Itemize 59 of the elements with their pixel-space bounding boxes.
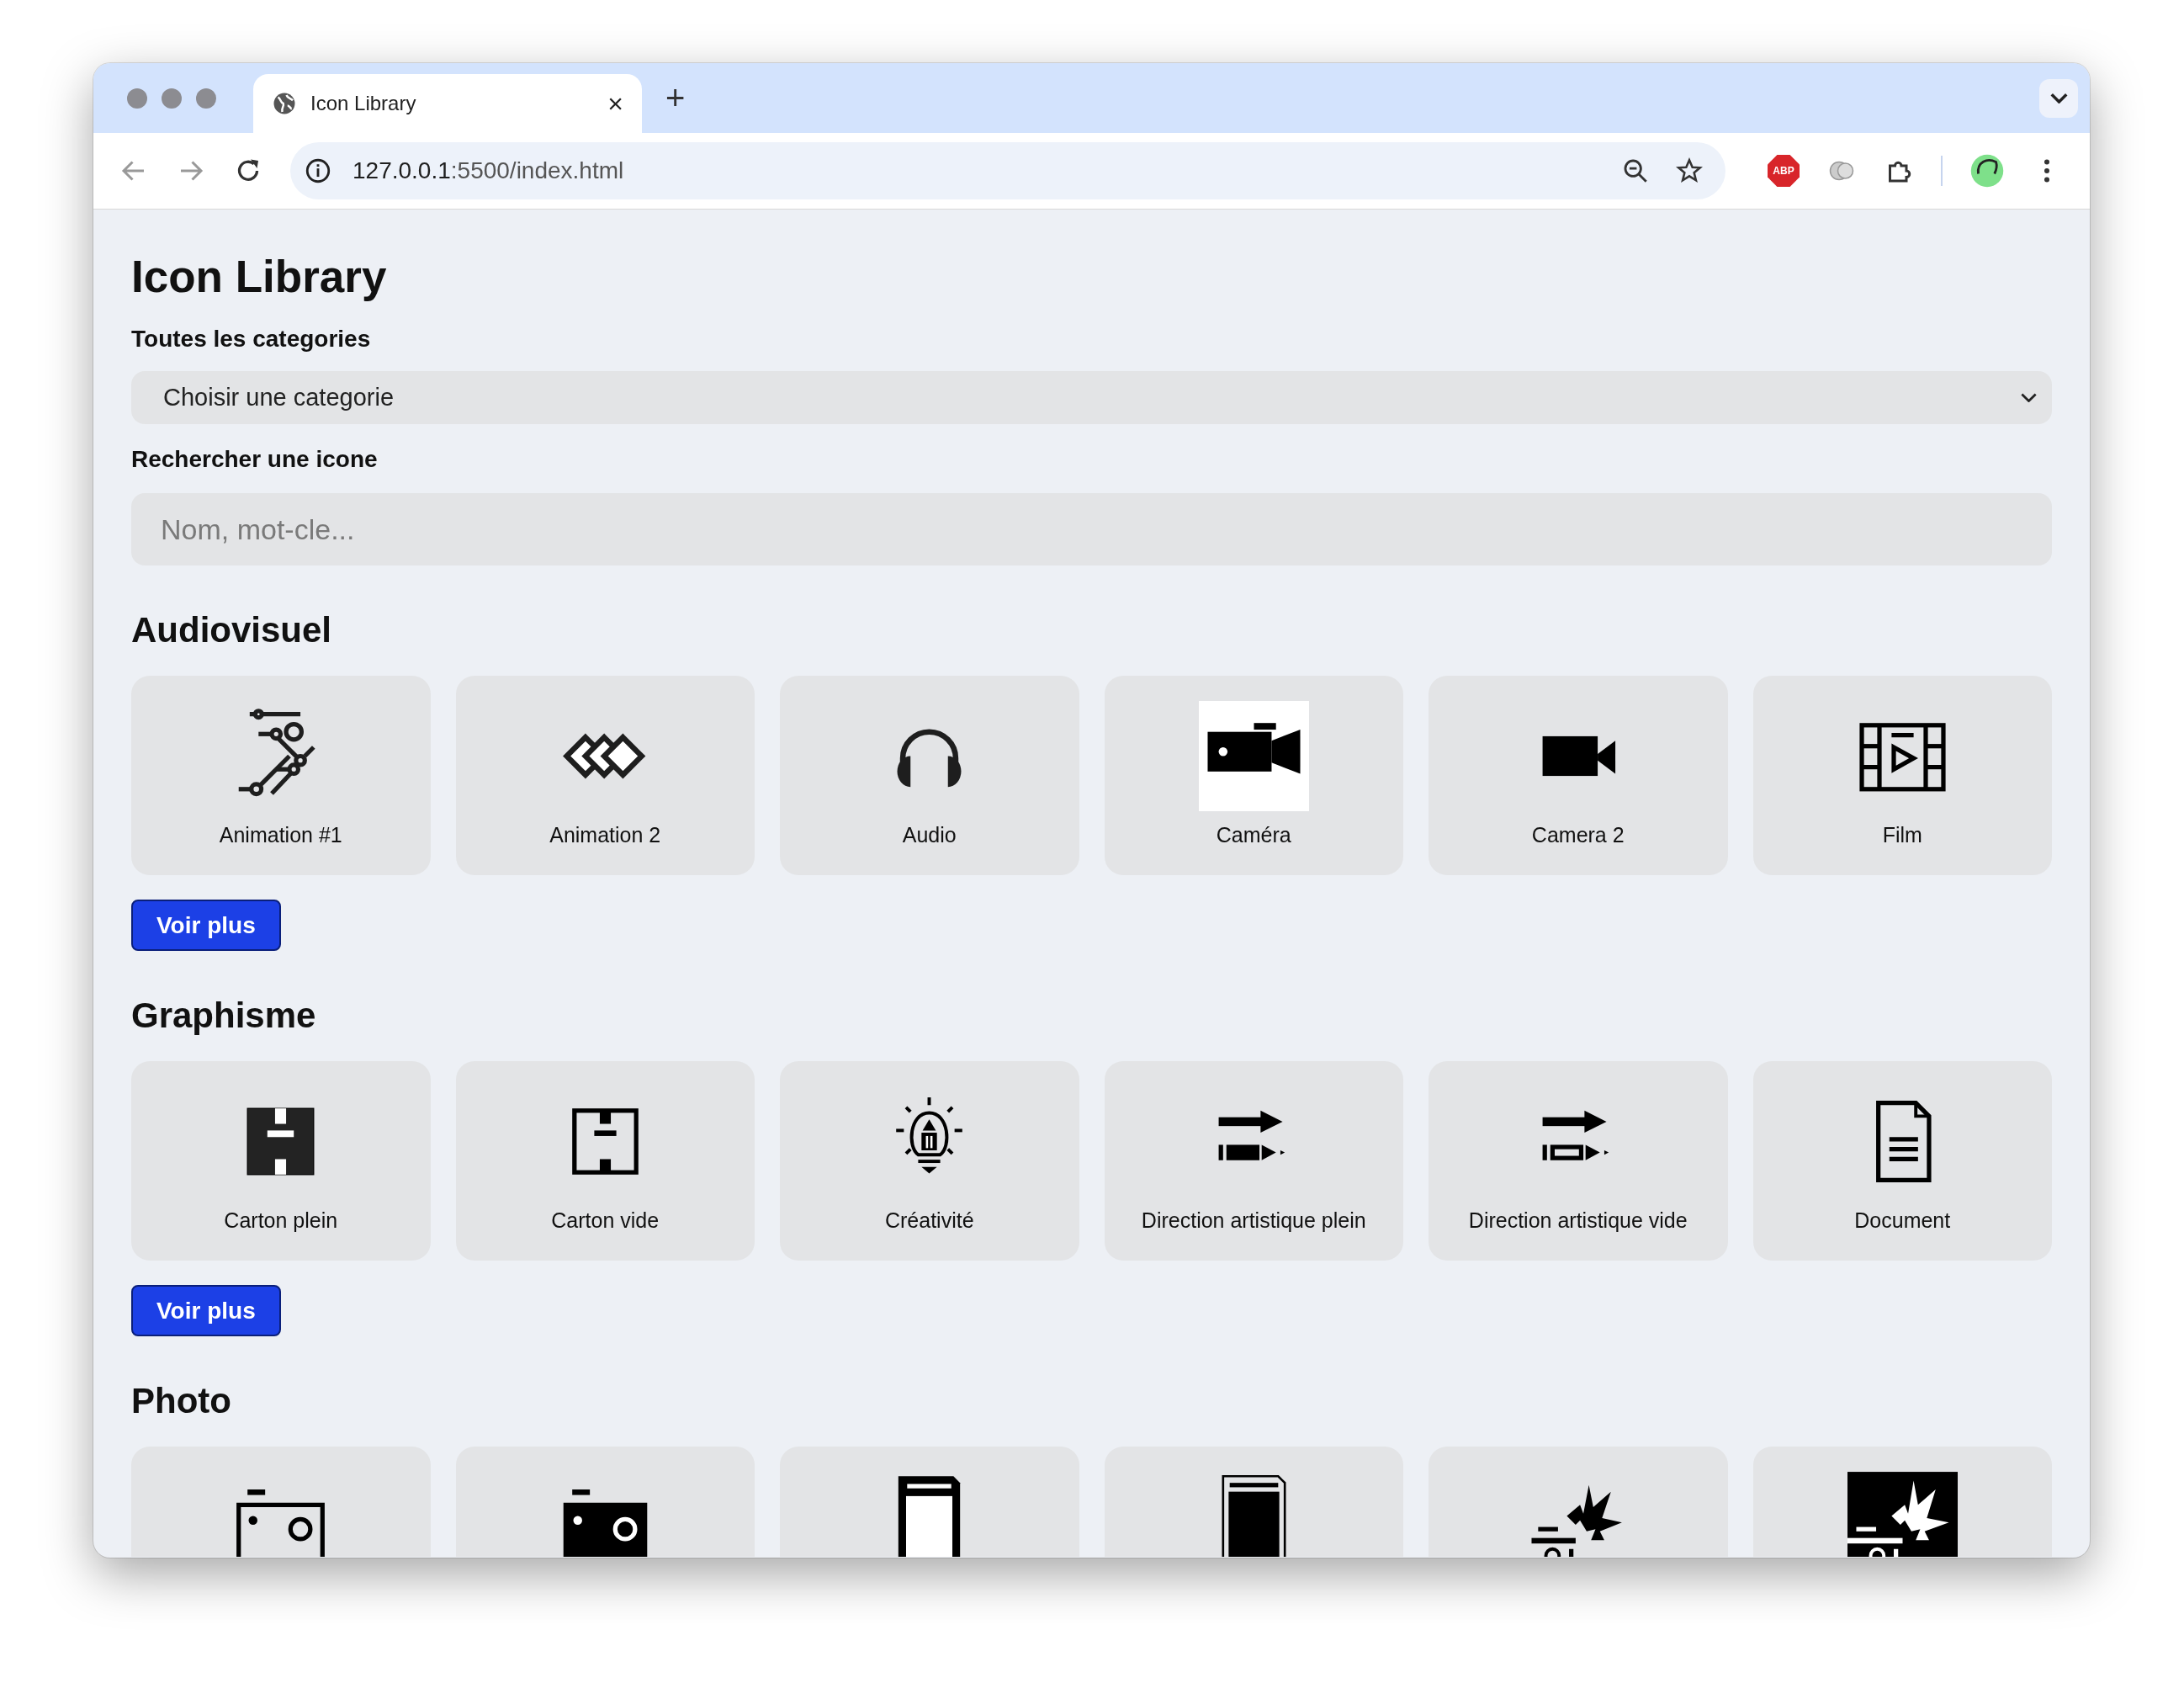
icon-card[interactable] <box>780 1447 1079 1557</box>
icon-card[interactable] <box>1429 1447 1728 1557</box>
icon-name: Document <box>1854 1208 1951 1233</box>
icon-card[interactable]: Animation 2 <box>455 676 755 875</box>
see-more-button[interactable]: Voir plus <box>131 900 281 951</box>
category-dropdown[interactable]: Choisir une categorie <box>131 371 2052 424</box>
field-label: Rechercher une icone <box>131 445 378 474</box>
chevron-down-icon <box>2021 393 2037 402</box>
profile-avatar[interactable] <box>1969 153 2005 188</box>
icon-card[interactable]: Direction artistique plein <box>1104 1061 1403 1261</box>
icon-card[interactable] <box>1104 1447 1403 1557</box>
icon-name: Carton plein <box>224 1208 338 1233</box>
icon-name: Animation #1 <box>219 823 342 847</box>
icon-name: Créativité <box>884 1208 974 1233</box>
chevron-down-icon <box>2049 93 2068 104</box>
window-control[interactable] <box>127 88 147 109</box>
icon-name: Camera 2 <box>1531 823 1625 847</box>
page-title: Icon Library <box>131 251 387 303</box>
close-tab-button[interactable]: × <box>607 88 623 119</box>
icon-name: Caméra <box>1216 823 1291 847</box>
see-more-button[interactable]: Voir plus <box>131 1285 281 1336</box>
tab-search-button[interactable] <box>2039 78 2078 118</box>
info-icon[interactable] <box>304 157 332 185</box>
new-tab-button[interactable]: + <box>665 79 686 117</box>
icon-name: Direction artistique plein <box>1141 1208 1366 1233</box>
section-heading: Audiovisuel <box>131 609 332 651</box>
icon-card[interactable]: Caméra <box>1104 676 1403 875</box>
window-control[interactable] <box>162 88 182 109</box>
icon-card[interactable] <box>455 1447 755 1557</box>
adblock-extension-icon[interactable]: ABP <box>1768 155 1800 187</box>
icon-card[interactable] <box>131 1447 431 1557</box>
icon-name: Animation 2 <box>549 823 661 847</box>
icon-card[interactable]: Carton vide <box>455 1061 755 1261</box>
icon-card[interactable]: Créativité <box>780 1061 1079 1261</box>
tab-title: Icon Library <box>310 92 417 115</box>
search-field[interactable]: Nom, mot-cle... <box>131 493 2052 565</box>
icon-card[interactable]: Camera 2 <box>1429 676 1728 875</box>
icon-name: Carton vide <box>551 1208 660 1233</box>
icon-card[interactable]: Film <box>1752 676 2052 875</box>
icon-card[interactable]: Carton plein <box>131 1061 431 1261</box>
icon-name: Direction artistique vide <box>1468 1208 1688 1233</box>
url-text: 127.0.0.1:5500/index.html <box>353 157 624 184</box>
window-control[interactable] <box>196 88 216 109</box>
movie-camera-icon <box>1198 701 1309 811</box>
section-heading: Photo <box>131 1380 231 1422</box>
icon-name: Audio <box>902 823 957 847</box>
globe-icon <box>272 91 297 116</box>
icon-card[interactable]: Direction artistique vide <box>1429 1061 1728 1261</box>
star-icon[interactable] <box>1675 157 1704 185</box>
explosion-icon <box>1847 1472 1958 1557</box>
icon-card[interactable]: Audio <box>780 676 1079 875</box>
icon-card[interactable] <box>1752 1447 2052 1557</box>
icon-card[interactable]: Document <box>1752 1061 2052 1261</box>
address-bar[interactable]: 127.0.0.1:5500/index.html <box>290 142 1725 199</box>
icon-name: Film <box>1882 823 1922 847</box>
icon-card[interactable]: Animation #1 <box>131 676 431 875</box>
field-label: Toutes les categories <box>131 325 371 353</box>
section-heading: Graphisme <box>131 995 316 1037</box>
browser-tab[interactable]: Icon Library × <box>253 74 642 133</box>
